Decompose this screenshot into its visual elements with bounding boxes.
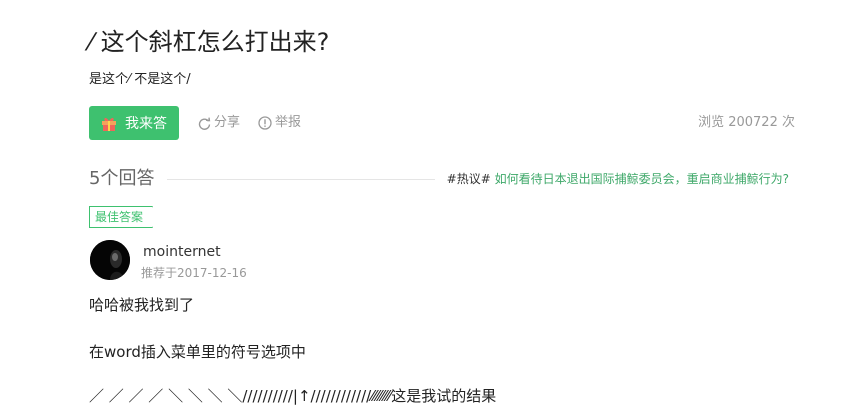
divider xyxy=(167,179,435,180)
answer-text-line: 在word插入菜单里的符号选项中 xyxy=(89,343,306,361)
report-label: 举报 xyxy=(275,115,302,130)
share-label: 分享 xyxy=(214,115,241,130)
answers-count: 5个回答 xyxy=(89,168,155,189)
author-name[interactable]: mointernet xyxy=(143,242,221,262)
report-icon xyxy=(258,116,272,130)
avatar[interactable] xyxy=(90,240,130,280)
recommended-date: 推荐于2017-12-16 xyxy=(141,266,247,280)
answer-text-line: ／ ／ ／ ／ ＼ ＼ ＼ ＼//////////|↑////////////⁄… xyxy=(89,387,497,405)
answer-button-label: 我来答 xyxy=(125,116,167,132)
answers-header: 5个回答 #热议# 如何看待日本退出国际捕鲸委员会，重启商业捕鲸行为? xyxy=(89,166,795,194)
answer-text-line: 哈哈被我找到了 xyxy=(89,296,195,314)
hot-topic[interactable]: #热议# 如何看待日本退出国际捕鲸委员会，重启商业捕鲸行为? xyxy=(447,170,789,188)
share-icon xyxy=(198,117,211,130)
hot-tag: #热议# xyxy=(446,172,491,186)
best-answer-badge-label: 最佳答案 xyxy=(95,210,144,224)
best-answer-badge: 最佳答案 xyxy=(89,206,154,228)
gift-icon xyxy=(101,116,117,131)
share-button[interactable]: 分享 xyxy=(198,113,240,133)
report-button[interactable]: 举报 xyxy=(258,113,301,133)
hot-topic-link[interactable]: 如何看待日本退出国际捕鲸委员会，重启商业捕鲸行为? xyxy=(495,172,789,186)
view-count: 浏览 200722 次 xyxy=(698,115,795,130)
answer-button[interactable]: 我来答 xyxy=(89,106,179,140)
question-description: 是这个⁄ 不是这个/ xyxy=(89,72,191,87)
question-title: ⁄ 这个斜杠怎么打出来? xyxy=(89,28,330,56)
badge-notch xyxy=(147,206,154,228)
